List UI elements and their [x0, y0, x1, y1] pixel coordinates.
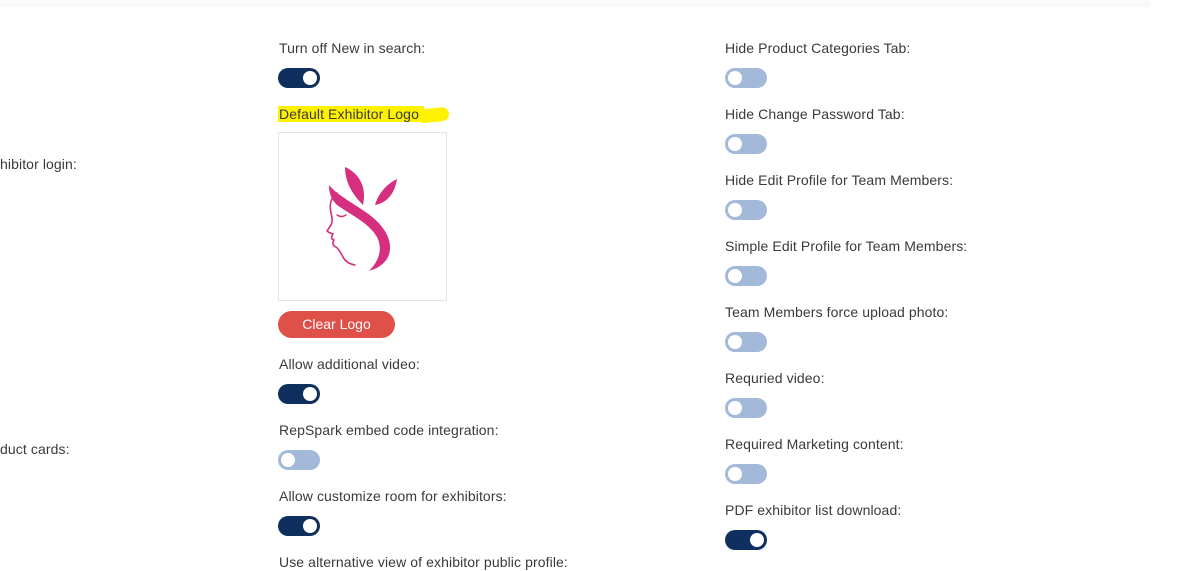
repspark-label: RepSpark embed code integration: [279, 422, 499, 438]
force-photo-toggle[interactable] [725, 332, 767, 352]
hide-password-label: Hide Change Password Tab: [725, 106, 905, 122]
toggle-knob [728, 71, 742, 85]
exhibitor-logo-image [278, 132, 447, 301]
turn-off-new-toggle[interactable] [278, 68, 320, 88]
top-bar [0, 0, 1150, 4]
required-marketing-label: Required Marketing content: [725, 436, 904, 452]
force-photo-label: Team Members force upload photo: [725, 304, 949, 320]
toggle-knob [728, 203, 742, 217]
clear-logo-button[interactable]: Clear Logo [278, 311, 395, 338]
woman-leaf-logo-icon [326, 167, 397, 271]
toggle-knob [303, 71, 317, 85]
toggle-knob [728, 269, 742, 283]
toggle-knob [728, 335, 742, 349]
hide-edit-profile-label: Hide Edit Profile for Team Members: [725, 172, 954, 188]
repspark-toggle[interactable] [278, 450, 320, 470]
hide-categories-toggle[interactable] [725, 68, 767, 88]
toggle-knob [281, 453, 295, 467]
toggle-knob [728, 401, 742, 415]
toggle-knob [728, 467, 742, 481]
hide-password-toggle[interactable] [725, 134, 767, 154]
product-cards-label: duct cards: [0, 441, 70, 457]
simple-edit-profile-label: Simple Edit Profile for Team Members: [725, 238, 968, 254]
turn-off-new-label: Turn off New in search: [279, 40, 426, 56]
required-marketing-toggle[interactable] [725, 464, 767, 484]
required-video-label: Requried video: [725, 370, 825, 386]
default-logo-label-text: Default Exhibitor Logo: [278, 106, 424, 122]
customize-room-label: Allow customize room for exhibitors: [279, 488, 507, 504]
customize-room-toggle[interactable] [278, 516, 320, 536]
simple-edit-profile-toggle[interactable] [725, 266, 767, 286]
required-video-toggle[interactable] [725, 398, 767, 418]
pdf-download-label: PDF exhibitor list download: [725, 502, 902, 518]
allow-video-label: Allow additional video: [279, 356, 420, 372]
default-logo-label: Default Exhibitor Logo: [278, 105, 424, 123]
highlight-swoosh [419, 106, 450, 124]
allow-video-toggle[interactable] [278, 384, 320, 404]
hide-edit-profile-toggle[interactable] [725, 200, 767, 220]
hide-categories-label: Hide Product Categories Tab: [725, 40, 911, 56]
toggle-knob [303, 387, 317, 401]
toggle-knob [303, 519, 317, 533]
toggle-knob [750, 533, 764, 547]
exhibitor-login-label: hibitor login: [0, 156, 77, 172]
toggle-knob [728, 137, 742, 151]
pdf-download-toggle[interactable] [725, 530, 767, 550]
alt-view-label: Use alternative view of exhibitor public… [279, 554, 568, 570]
